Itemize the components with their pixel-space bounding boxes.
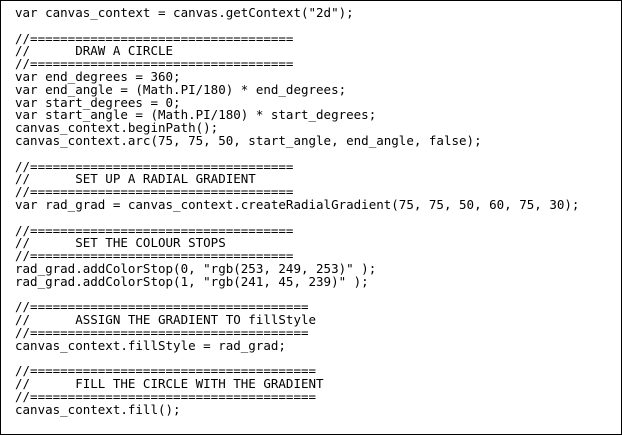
code-line: rad_grad.addColorStop(1, "rgb(241, 45, 2… xyxy=(15,273,369,289)
code-line: canvas_context.fill(); xyxy=(15,401,181,417)
code-line: var rad_grad = canvas_context.createRadi… xyxy=(15,196,580,212)
code-listing-frame: var canvas_context = canvas.getContext("… xyxy=(0,0,622,435)
code-line: var canvas_context = canvas.getContext("… xyxy=(15,5,354,20)
code-line: canvas_context.fillStyle = rad_grad; xyxy=(15,337,286,353)
code-listing: var canvas_context = canvas.getContext("… xyxy=(15,5,580,417)
code-line: canvas_context.arc(75, 75, 50, start_ang… xyxy=(15,132,482,148)
